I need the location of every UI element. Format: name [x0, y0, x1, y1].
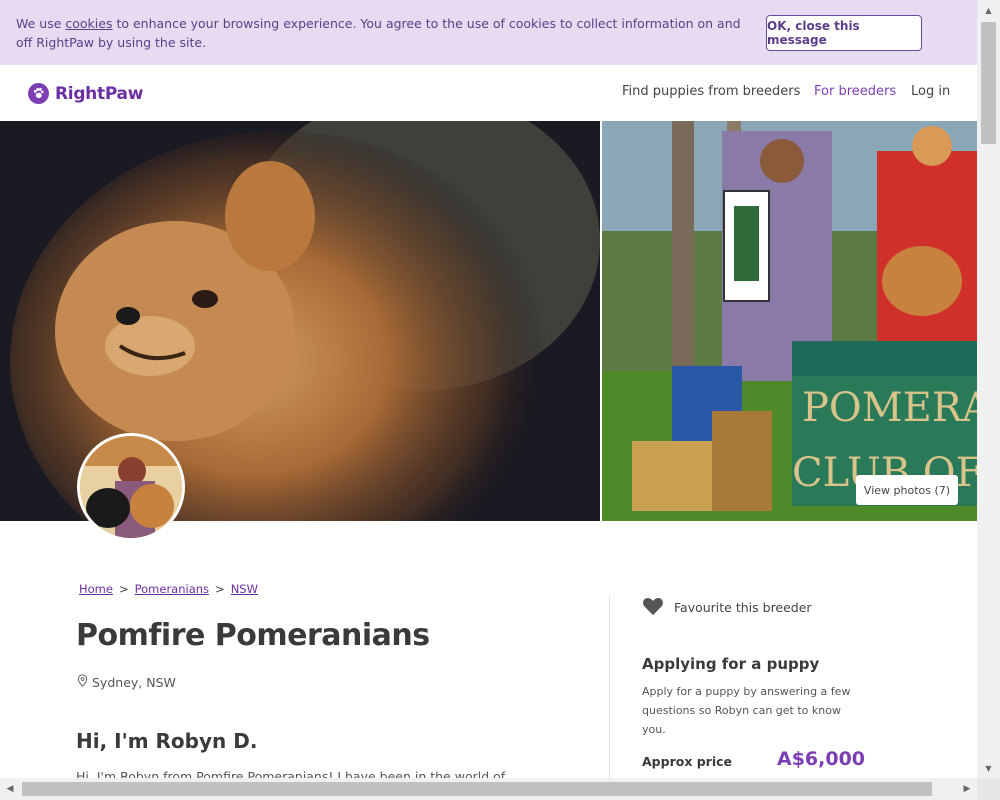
- apply-description: Apply for a puppy by answering a few que…: [642, 685, 851, 736]
- view-photos-button[interactable]: View photos (7): [856, 475, 958, 505]
- breadcrumb-pomeranians[interactable]: Pomeranians: [135, 582, 209, 596]
- favourite-breeder-button[interactable]: Favourite this breeder: [642, 596, 812, 619]
- nav-login[interactable]: Log in: [911, 84, 950, 99]
- close-cookie-button[interactable]: OK, close this message: [766, 15, 922, 51]
- nav-for-breeders[interactable]: For breeders: [814, 84, 896, 99]
- svg-text:POMERA: POMERA: [802, 385, 977, 431]
- vertical-scroll-thumb[interactable]: [981, 22, 996, 144]
- dog-show-photo: POMERA CLUB OF: [602, 121, 977, 521]
- breeder-avatar: [77, 433, 185, 541]
- favourite-label: Favourite this breeder: [674, 600, 812, 615]
- scroll-up-arrow-icon[interactable]: ▲: [977, 0, 1000, 20]
- breeder-photo: [80, 436, 182, 538]
- breeder-greeting: Hi, I'm Robyn D.: [76, 729, 258, 753]
- vertical-scrollbar[interactable]: ▲ ▼: [977, 0, 1000, 778]
- heart-icon: [642, 596, 664, 619]
- location-text: Sydney, NSW: [92, 674, 176, 690]
- breadcrumb-separator: >: [118, 582, 129, 596]
- page-title: Pomfire Pomeranians: [76, 618, 430, 653]
- paw-icon: [28, 83, 49, 104]
- breadcrumb-separator: >: [215, 582, 225, 596]
- scroll-down-arrow-icon[interactable]: ▼: [977, 758, 1000, 778]
- price-label: Approx price: [642, 754, 733, 769]
- logo-text: RightPaw: [55, 83, 144, 104]
- apply-heading: Applying for a puppy: [642, 655, 820, 673]
- column-divider: [609, 596, 610, 778]
- scroll-left-arrow-icon[interactable]: ◀: [0, 778, 20, 800]
- scroll-right-arrow-icon[interactable]: ▶: [957, 778, 977, 800]
- breeder-bio: Hi, I'm Robyn from Pomfire Pomeranians! …: [76, 769, 506, 778]
- breadcrumb-home[interactable]: Home: [79, 582, 113, 596]
- breeder-location: Sydney, NSW: [77, 674, 176, 690]
- breadcrumb: Home > Pomeranians > NSW: [79, 582, 258, 596]
- cookie-banner: We use cookies to enhance your browsing …: [0, 0, 977, 65]
- cookie-text-before: We use: [16, 16, 66, 31]
- breadcrumb-nsw[interactable]: NSW: [231, 582, 258, 596]
- cookie-message: We use cookies to enhance your browsing …: [16, 14, 746, 52]
- site-header: RightPaw Find puppies from breeders For …: [0, 65, 977, 121]
- logo[interactable]: RightPaw: [28, 83, 143, 104]
- hero-photo-show[interactable]: POMERA CLUB OF View photos (7): [602, 121, 977, 521]
- location-pin-icon: [77, 674, 88, 690]
- cookie-text-after: to enhance your browsing experience. You…: [16, 16, 741, 50]
- horizontal-scrollbar[interactable]: ◀ ▶: [0, 778, 977, 800]
- cookies-link[interactable]: cookies: [65, 16, 112, 31]
- nav-find-puppies[interactable]: Find puppies from breeders: [622, 84, 800, 99]
- scrollbar-corner: [977, 778, 1000, 800]
- price-value: A$6,000: [777, 748, 866, 770]
- horizontal-scroll-thumb[interactable]: [22, 782, 932, 796]
